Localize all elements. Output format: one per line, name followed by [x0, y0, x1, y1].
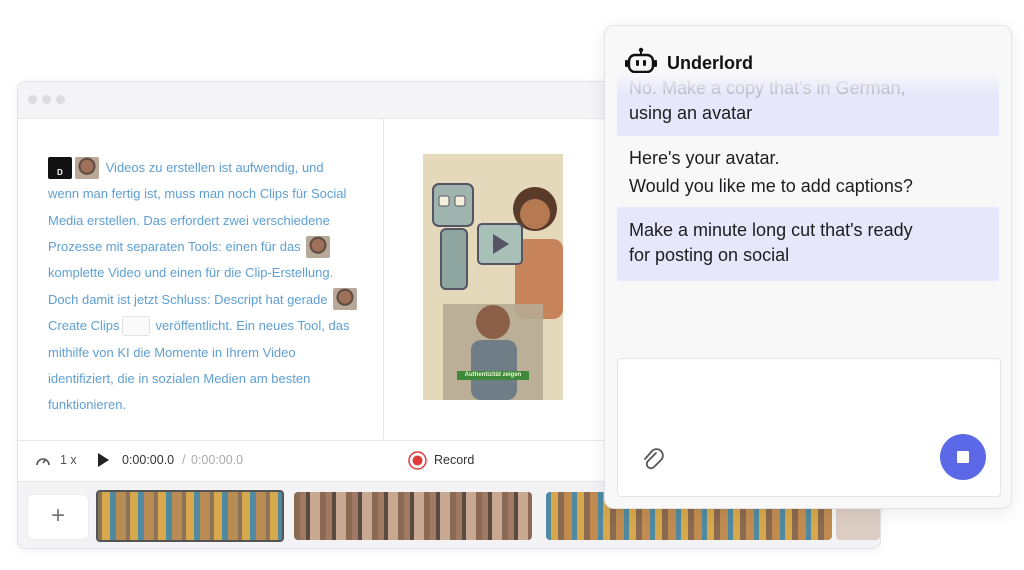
script-editor[interactable]: Videos zu erstellen ist aufwendig, und w… [18, 119, 384, 439]
user-message: Make a minute long cut that's ready for … [617, 207, 999, 281]
scene-thumbnail[interactable] [333, 288, 358, 311]
play-icon[interactable] [96, 452, 110, 471]
timeline-clip[interactable] [96, 490, 284, 542]
script-line: komplette Video und einen für die Clip-E… [48, 265, 334, 281]
script-line: identifiziert, die in sozialen Medien am… [48, 370, 311, 386]
assistant-message: Here's your avatar. Would you like me to… [629, 148, 913, 196]
script-line: Prozesse mit separaten Tools: einen für … [48, 233, 367, 259]
total-time: 0:00:00.0 [191, 453, 244, 467]
scene-thumbnail[interactable] [306, 235, 331, 258]
video-caption: Authentizität zeigen [457, 371, 529, 380]
add-clip-button[interactable]: + [27, 494, 89, 540]
underlord-panel: Underlord No. Make a copy that's in Germ… [604, 25, 1012, 509]
playback-speed[interactable]: 1 x [60, 453, 77, 467]
record-button[interactable]: Record [434, 453, 474, 467]
window-dot-maximize[interactable] [56, 95, 65, 104]
chat-input[interactable] [617, 358, 1001, 497]
panel-header: Underlord [605, 26, 1011, 94]
panel-title: Underlord [667, 53, 754, 73]
clip-chip[interactable] [121, 315, 150, 336]
script-line: Media erstellen. Das erfordert zwei vers… [48, 212, 330, 228]
window-dot-minimize[interactable] [42, 95, 51, 104]
timeline-clip[interactable] [294, 492, 532, 540]
robot-icon [625, 47, 657, 73]
script-line: Videos zu erstellen ist aufwendig, und [48, 154, 367, 185]
vertical-video-frame: Authentizität zeigen [423, 154, 563, 400]
speaker-avatar-thumbnail[interactable] [75, 156, 99, 179]
current-time: 0:00:00.0 [122, 453, 175, 467]
window-dot-close[interactable] [28, 95, 37, 104]
stop-generation-button[interactable] [940, 434, 986, 480]
preview-illustration [423, 154, 563, 400]
script-line: Doch damit ist jetzt Schluss: Descript h… [48, 286, 367, 312]
script-line: funktionieren. [48, 397, 127, 412]
script-line: Create Clips veröffentlicht. Ein neues To… [48, 312, 367, 338]
record-icon[interactable] [408, 451, 427, 473]
paperclip-icon[interactable] [642, 447, 664, 473]
descript-logo-thumbnail[interactable] [48, 156, 72, 185]
script-line: mithilfe von KI die Momente in Ihrem Vid… [48, 344, 296, 360]
speed-gauge-icon[interactable] [34, 452, 52, 473]
script-line: wenn man fertig ist, muss man noch Clips… [48, 186, 347, 202]
time-separator: / [182, 453, 186, 467]
